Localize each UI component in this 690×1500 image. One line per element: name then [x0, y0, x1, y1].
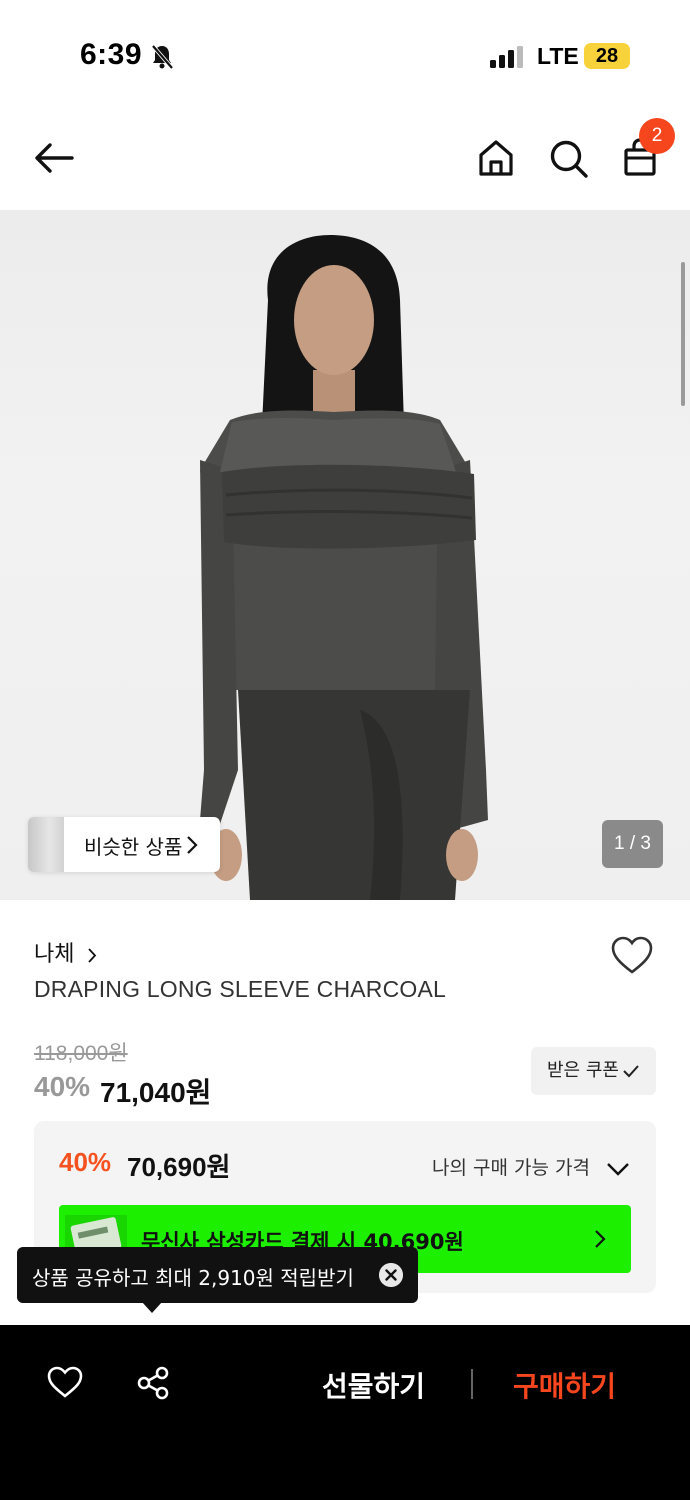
back-arrow-icon[interactable] [30, 134, 78, 182]
similar-products-label: 비슷한 상품 [84, 835, 183, 859]
buy-button[interactable]: 구매하기 [513, 1365, 616, 1405]
chevron-right-icon [88, 947, 97, 963]
cellular-signal-icon [490, 46, 523, 68]
discount-percent: 40% [34, 1071, 91, 1102]
button-divider [471, 1369, 473, 1399]
product-photo [200, 235, 488, 900]
chevron-right-icon [187, 836, 198, 854]
tooltip-pointer [142, 1302, 162, 1313]
home-icon[interactable] [472, 134, 520, 182]
original-price: 118,000원 [34, 1042, 128, 1065]
tooltip-text: 상품 공유하고 최대 2,910원 적립받기 [32, 1266, 354, 1290]
received-coupon-button[interactable]: 받은 쿠폰 [531, 1047, 656, 1095]
brand-link[interactable]: 나체 [34, 936, 97, 968]
sale-price: 71,040원 [100, 1077, 212, 1108]
gift-button[interactable]: 선물하기 [322, 1365, 425, 1405]
similar-product-thumbnail [28, 817, 64, 872]
search-icon[interactable] [544, 134, 592, 182]
best-discount-percent: 40% [59, 1147, 112, 1177]
coupon-label: 받은 쿠폰 [547, 1060, 619, 1081]
bell-muted-icon [151, 44, 174, 70]
bottom-action-bar: 선물하기 구매하기 [0, 1325, 690, 1500]
share-reward-tooltip: 상품 공유하고 최대 2,910원 적립받기 [17, 1247, 418, 1303]
my-price-toggle[interactable]: 나의 구매 가능 가격 [432, 1153, 630, 1180]
my-price-label: 나의 구매 가능 가격 [432, 1157, 590, 1179]
product-name: DRAPING LONG SLEEVE CHARCOAL [34, 976, 447, 1002]
product-image-carousel[interactable] [0, 210, 690, 900]
chevron-down-icon [607, 1162, 629, 1176]
close-icon[interactable] [379, 1263, 403, 1287]
brand-name: 나체 [34, 942, 75, 967]
status-time: 6:39 [80, 38, 143, 71]
image-counter: 1 / 3 [602, 820, 663, 868]
similar-products-button[interactable]: 비슷한 상품 [28, 817, 220, 872]
like-heart-icon[interactable] [46, 1365, 84, 1399]
cart-count-badge: 2 [639, 118, 675, 154]
network-type: LTE [537, 43, 579, 69]
best-price: 70,690원 [127, 1152, 231, 1182]
wishlist-heart-icon[interactable] [610, 935, 654, 975]
battery-indicator: 28 [584, 43, 630, 69]
check-icon [623, 1065, 639, 1078]
chevron-right-icon [595, 1230, 606, 1248]
share-icon[interactable] [136, 1365, 172, 1401]
page-scrollbar[interactable] [681, 262, 685, 406]
